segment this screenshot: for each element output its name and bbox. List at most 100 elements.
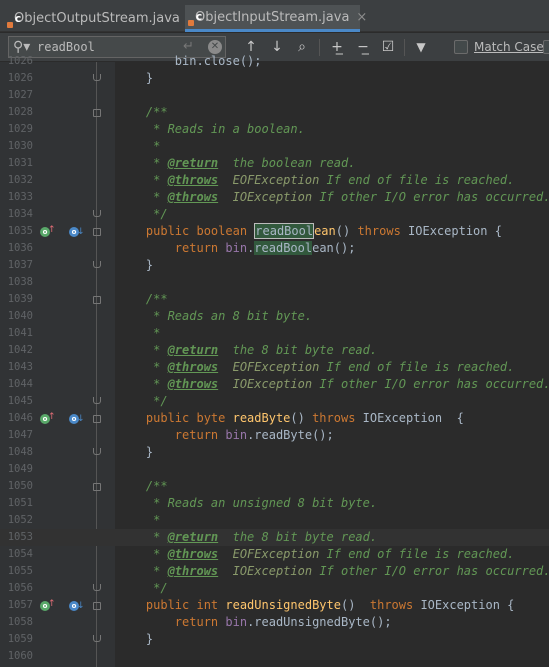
code-token: If other I/O error has occurred.	[312, 190, 549, 204]
line-number[interactable]: 1040	[0, 308, 33, 325]
line-number[interactable]: 1049	[0, 461, 33, 478]
match-case-checkbox[interactable]: Match Case	[454, 40, 544, 54]
code-text: * @throws IOException If other I/O error…	[117, 563, 549, 580]
code-line[interactable]: 1043 * @throws EOFException If end of fi…	[0, 359, 549, 376]
code-line[interactable]: 1055 * @throws IOException If other I/O …	[0, 563, 549, 580]
code-line[interactable]: 1026 }	[0, 70, 549, 87]
code-line[interactable]: 1026 bin.close();	[0, 53, 549, 70]
fold-end-marker-icon[interactable]	[93, 210, 101, 217]
code-line[interactable]: 1038	[0, 274, 549, 291]
line-number[interactable]: 1041	[0, 325, 33, 342]
code-line[interactable]: 1057 public int readUnsignedByte() throw…	[0, 597, 549, 614]
code-line[interactable]: 1052 *	[0, 512, 549, 529]
close-icon[interactable]: ×	[356, 10, 367, 25]
code-line[interactable]: 1053 * @return the 8 bit byte read.	[0, 529, 549, 546]
line-number[interactable]: 1055	[0, 563, 33, 580]
code-line[interactable]: 1039 /**	[0, 291, 549, 308]
code-line[interactable]: 1035 public boolean readBoolean() throws…	[0, 223, 549, 240]
words-checkbox[interactable]	[543, 40, 549, 54]
line-number[interactable]: 1038	[0, 274, 33, 291]
checkbox-box[interactable]	[454, 40, 468, 54]
code-line[interactable]: 1045 */	[0, 393, 549, 410]
line-number[interactable]: 1031	[0, 155, 33, 172]
fold-marker-icon[interactable]	[93, 109, 101, 117]
line-number[interactable]: 1026	[0, 53, 33, 70]
code-line[interactable]: 1050 /**	[0, 478, 549, 495]
code-line[interactable]: 1054 * @throws EOFException If end of fi…	[0, 546, 549, 563]
code-line[interactable]: 1030 *	[0, 138, 549, 155]
fold-end-marker-icon[interactable]	[93, 74, 101, 81]
code-line[interactable]: 1034 */	[0, 206, 549, 223]
line-number[interactable]: 1042	[0, 342, 33, 359]
line-number[interactable]: 1058	[0, 614, 33, 631]
line-number[interactable]: 1059	[0, 631, 33, 648]
code-line[interactable]: 1056 */	[0, 580, 549, 597]
code-text: */	[117, 206, 167, 223]
line-number[interactable]: 1056	[0, 580, 33, 597]
code-token: @throws	[167, 547, 219, 561]
fold-end-marker-icon[interactable]	[93, 584, 101, 591]
code-line[interactable]: 1041 *	[0, 325, 549, 342]
line-number[interactable]: 1028	[0, 104, 33, 121]
line-number[interactable]: 1045	[0, 393, 33, 410]
fold-end-marker-icon[interactable]	[93, 448, 101, 455]
line-number[interactable]: 1060	[0, 648, 33, 665]
fold-end-marker-icon[interactable]	[93, 635, 101, 642]
code-line[interactable]: 1032 * @throws EOFException If end of fi…	[0, 172, 549, 189]
code-line[interactable]: 1046 public byte readByte() throws IOExc…	[0, 410, 549, 427]
fold-end-marker-icon[interactable]	[93, 261, 101, 268]
code-line[interactable]: 1037 }	[0, 257, 549, 274]
tab-object-output-stream[interactable]: c ObjectOutputStream.java ×	[4, 5, 198, 32]
line-number[interactable]: 1046	[0, 410, 33, 427]
code-line[interactable]: 1058 return bin.readUnsignedByte();	[0, 614, 549, 631]
code-line[interactable]: 1031 * @return the boolean read.	[0, 155, 549, 172]
line-number[interactable]: 1052	[0, 512, 33, 529]
line-number[interactable]: 1050	[0, 478, 33, 495]
tab-object-input-stream[interactable]: c ObjectInputStream.java ×	[185, 5, 367, 32]
line-number[interactable]: 1030	[0, 138, 33, 155]
fold-marker-icon[interactable]	[93, 296, 101, 304]
code-token: the 8 bit byte read.	[218, 343, 378, 357]
line-number[interactable]: 1036	[0, 240, 33, 257]
code-line[interactable]: 1047 return bin.readByte();	[0, 427, 549, 444]
line-number[interactable]: 1039	[0, 291, 33, 308]
code-editor[interactable]: 1026 bin.close(); 1026 } 1027 1028 /** 1029 …	[0, 54, 549, 667]
line-number[interactable]: 1047	[0, 427, 33, 444]
line-number[interactable]: 1033	[0, 189, 33, 206]
code-line[interactable]: 1048 }	[0, 444, 549, 461]
newline-icon[interactable]: ↵	[183, 39, 194, 54]
line-number[interactable]: 1034	[0, 206, 33, 223]
code-token: If end of file is reached.	[319, 547, 515, 561]
code-line[interactable]: 1029 * Reads in a boolean.	[0, 121, 549, 138]
code-line[interactable]: 1049	[0, 461, 549, 478]
line-number[interactable]: 1027	[0, 87, 33, 104]
fold-marker-icon[interactable]	[93, 602, 101, 610]
line-number[interactable]: 1043	[0, 359, 33, 376]
fold-marker-icon[interactable]	[93, 228, 101, 236]
code-line[interactable]: 1042 * @return the 8 bit byte read.	[0, 342, 549, 359]
code-line[interactable]: 1028 /**	[0, 104, 549, 121]
code-line[interactable]: 1040 * Reads an 8 bit byte.	[0, 308, 549, 325]
code-line[interactable]: 1027	[0, 87, 549, 104]
line-number[interactable]: 1037	[0, 257, 33, 274]
line-number[interactable]: 1026	[0, 70, 33, 87]
code-line[interactable]: 1051 * Reads an unsigned 8 bit byte.	[0, 495, 549, 512]
fold-marker-icon[interactable]	[93, 415, 101, 423]
line-number[interactable]: 1048	[0, 444, 33, 461]
code-line[interactable]: 1060	[0, 648, 549, 665]
line-number[interactable]: 1035	[0, 223, 33, 240]
clear-search-icon[interactable]: ✕	[208, 40, 222, 54]
fold-marker-icon[interactable]	[93, 483, 101, 491]
line-number[interactable]: 1057	[0, 597, 33, 614]
code-line[interactable]: 1044 * @throws IOException If other I/O …	[0, 376, 549, 393]
line-number[interactable]: 1044	[0, 376, 33, 393]
line-number[interactable]: 1053	[0, 529, 33, 546]
line-number[interactable]: 1051	[0, 495, 33, 512]
fold-end-marker-icon[interactable]	[93, 397, 101, 404]
code-line[interactable]: 1033 * @throws IOException If other I/O …	[0, 189, 549, 206]
code-line[interactable]: 1059 }	[0, 631, 549, 648]
line-number[interactable]: 1032	[0, 172, 33, 189]
line-number[interactable]: 1054	[0, 546, 33, 563]
line-number[interactable]: 1029	[0, 121, 33, 138]
code-line[interactable]: 1036 return bin.readBoolean();	[0, 240, 549, 257]
